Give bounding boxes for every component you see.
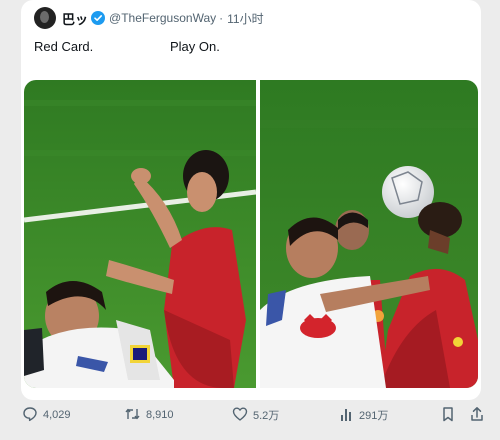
views-count: 291万 (359, 410, 389, 422)
tweet-text-right: Play On. (170, 39, 220, 54)
bar-chart-icon (340, 406, 359, 425)
separator-dot: · (219, 11, 224, 25)
photo-red-card[interactable] (24, 80, 256, 388)
reply-icon (22, 406, 43, 425)
bookmark-icon (441, 406, 460, 425)
tweet-header: 巴ッ @TheFergusonWay · 11小时 (34, 6, 264, 30)
verified-badge-icon (91, 11, 106, 25)
media-grid (24, 80, 478, 388)
retweet-count: 8,910 (146, 409, 174, 421)
reply-button[interactable]: 4,029 (22, 402, 71, 428)
share-button[interactable] (470, 402, 489, 428)
views-button[interactable]: 291万 (340, 402, 388, 428)
heart-icon (232, 406, 253, 425)
timestamp[interactable]: 11小时 (227, 10, 263, 27)
tweet-text-left: Red Card. (34, 39, 94, 54)
share-icon (470, 406, 489, 425)
like-count: 5.2万 (253, 410, 280, 422)
photo-play-on[interactable] (260, 80, 478, 388)
tweet-actions: 4,029 8,910 5.2万 291万 (0, 402, 500, 428)
display-name[interactable]: 巴ッ (62, 9, 88, 28)
retweet-button[interactable]: 8,910 (124, 402, 174, 428)
user-handle[interactable]: @TheFergusonWay (109, 11, 216, 25)
tweet-card[interactable]: 巴ッ @TheFergusonWay · 11小时 Red Card. Play… (21, 0, 481, 400)
like-button[interactable]: 5.2万 (232, 402, 279, 428)
retweet-icon (124, 406, 146, 425)
bookmark-button[interactable] (441, 402, 460, 428)
avatar[interactable] (34, 7, 56, 29)
reply-count: 4,029 (43, 409, 71, 421)
